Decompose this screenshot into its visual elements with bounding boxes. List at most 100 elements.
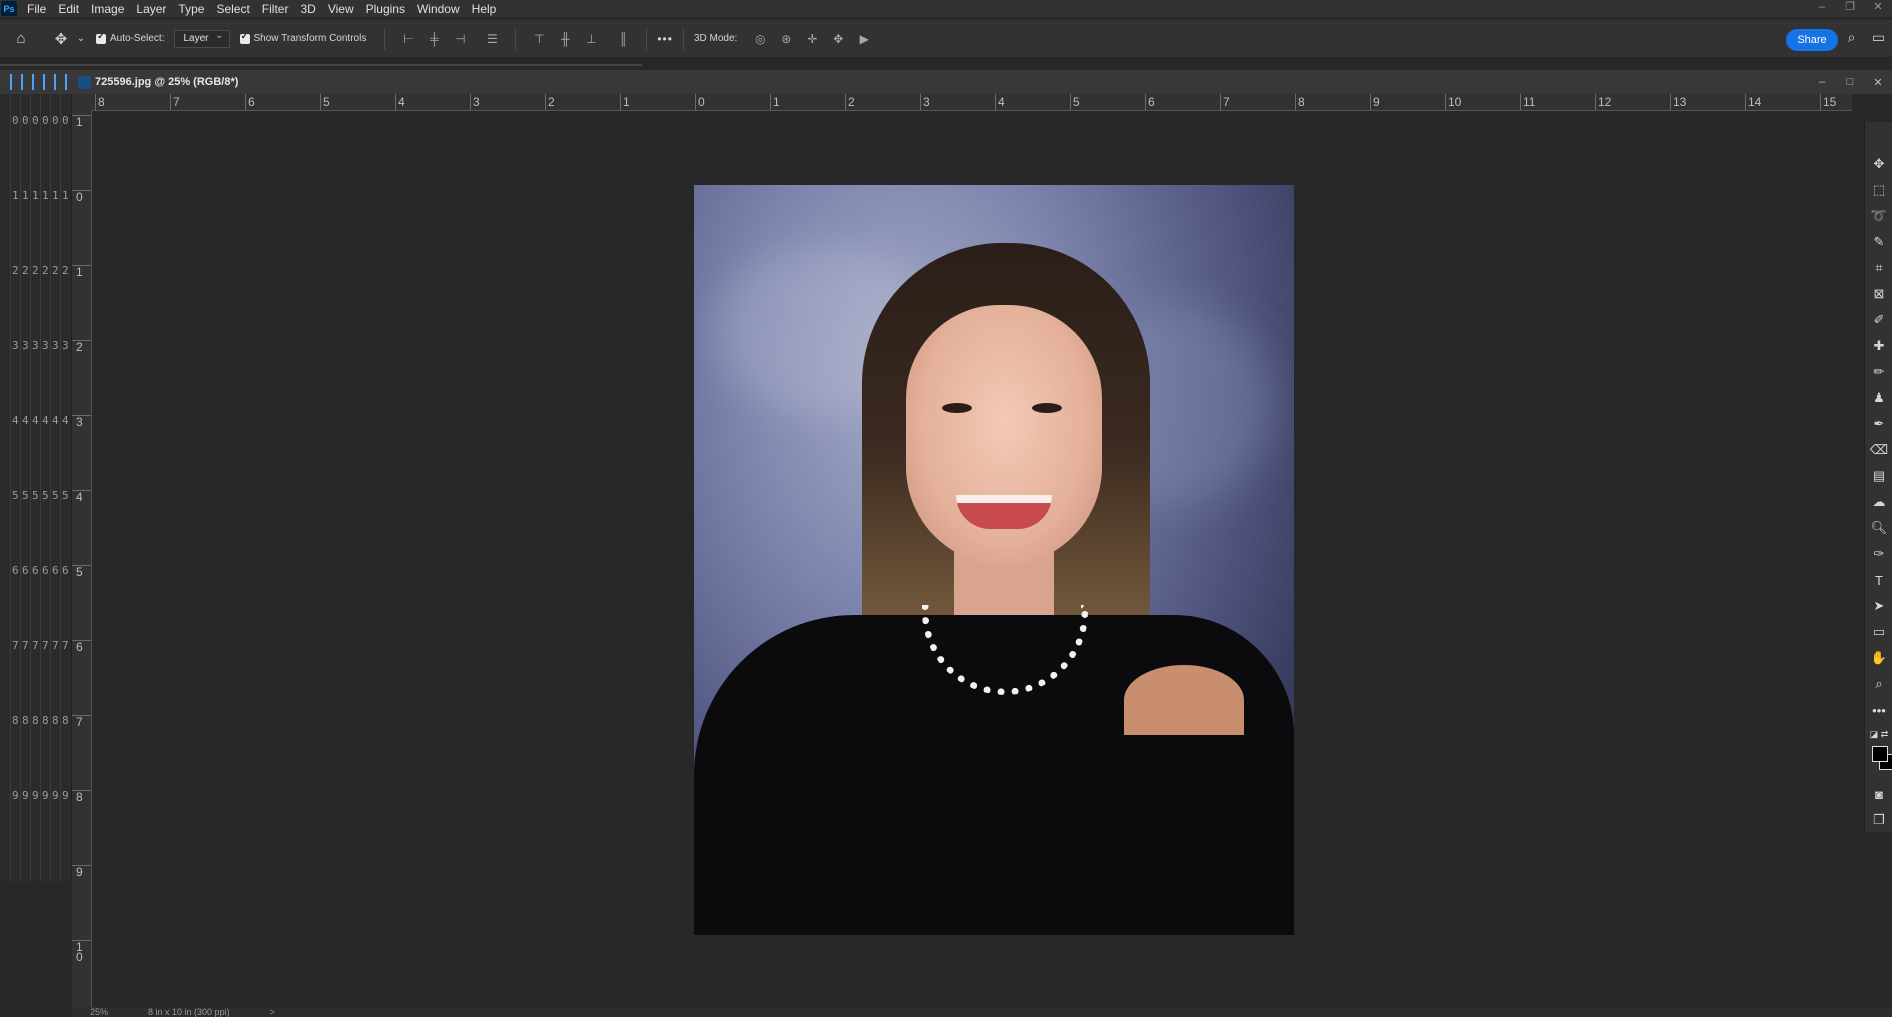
stacked-tab[interactable]: [65, 74, 74, 90]
move-tool-icon[interactable]: ✥: [48, 26, 74, 52]
rectangle-tool-icon[interactable]: ▭: [1865, 620, 1892, 644]
more-options-icon[interactable]: •••: [657, 32, 673, 46]
gradient-tool-icon[interactable]: ▤: [1865, 464, 1892, 488]
align-bottom-icon[interactable]: ⊥: [580, 28, 602, 50]
menu-view[interactable]: View: [322, 2, 360, 16]
auto-select-checkbox[interactable]: Auto-Select:: [96, 31, 164, 44]
show-transform-checkbox[interactable]: Show Transform Controls: [239, 31, 367, 44]
eyedropper-tool-icon[interactable]: ✐: [1865, 308, 1892, 332]
screen-mode-icon[interactable]: ❐: [1865, 808, 1892, 832]
healing-brush-tool-icon[interactable]: ✚: [1865, 334, 1892, 358]
align-center-icon[interactable]: ╪: [423, 28, 445, 50]
horizontal-ruler[interactable]: 8 7 6 5 4 3 2 1 0 1 2 3 4 5 6 7 8 9 10 11 12 13 14 15: [92, 94, 1852, 111]
slide-3d-icon[interactable]: ✥: [827, 28, 849, 50]
ruler-tick: [1595, 94, 1596, 110]
distribute-icon[interactable]: ☰: [481, 28, 503, 50]
quick-select-tool-icon[interactable]: ✎: [1865, 230, 1892, 254]
pen-tool-icon[interactable]: ✑: [1865, 542, 1892, 566]
home-icon[interactable]: ⌂: [8, 26, 34, 52]
ruler-label: 0: [76, 190, 83, 204]
stacked-tabs[interactable]: [10, 74, 76, 90]
frame-tool-icon[interactable]: ⊠: [1865, 282, 1892, 306]
menu-type[interactable]: Type: [172, 2, 210, 16]
portrait-eye: [1032, 403, 1062, 413]
more-tools-icon[interactable]: •••: [1865, 698, 1892, 722]
share-button[interactable]: Share: [1786, 29, 1838, 51]
ruler-label: 1: [76, 115, 83, 129]
vertical-ruler[interactable]: 1012345678910: [72, 111, 92, 1017]
ruler-tick: [1220, 94, 1221, 110]
align-top-icon[interactable]: ⊤: [528, 28, 550, 50]
zoom-tool-icon[interactable]: ⌕: [1865, 672, 1892, 696]
photoshop-logo-icon: Ps: [1, 1, 17, 16]
menu-select[interactable]: Select: [210, 2, 255, 16]
menu-3d[interactable]: 3D: [294, 2, 321, 16]
align-right-icon[interactable]: ⊣: [449, 28, 471, 50]
roll-3d-icon[interactable]: ⊛: [775, 28, 797, 50]
separator: [384, 27, 386, 50]
chevron-down-icon[interactable]: ⌄: [74, 26, 88, 52]
portrait-photo[interactable]: [694, 185, 1294, 935]
lasso-tool-icon[interactable]: ➰: [1865, 204, 1892, 228]
menu-help[interactable]: Help: [466, 2, 503, 16]
minimize-icon[interactable]: –: [1808, 0, 1836, 17]
default-colors-icon[interactable]: ◪ ⇄: [1865, 722, 1892, 746]
ruler-tick: [695, 94, 696, 110]
stacked-tab[interactable]: [32, 74, 41, 90]
document-tab-bar: 725596.jpg @ 25% (RGB/8*) – □ ✕: [0, 70, 1892, 94]
menu-filter[interactable]: Filter: [256, 2, 295, 16]
document-canvas[interactable]: [92, 111, 1852, 1007]
menu-plugins[interactable]: Plugins: [360, 2, 411, 16]
menu-edit[interactable]: Edit: [52, 2, 85, 16]
align-middle-icon[interactable]: ╫: [554, 28, 576, 50]
stacked-ruler: 0123456789: [30, 94, 39, 881]
doc-close-icon[interactable]: ✕: [1864, 76, 1892, 89]
status-arrow-icon[interactable]: >: [270, 1007, 275, 1017]
camera-3d-icon[interactable]: ▶: [853, 28, 875, 50]
crop-tool-icon[interactable]: ⌗: [1865, 256, 1892, 280]
document-icon: [78, 75, 91, 89]
path-selection-tool-icon[interactable]: ➤: [1865, 594, 1892, 618]
zoom-level[interactable]: 25%: [90, 1007, 108, 1017]
ruler-origin[interactable]: [72, 94, 92, 111]
orbit-3d-icon[interactable]: ◎: [749, 28, 771, 50]
menu-image[interactable]: Image: [85, 2, 130, 16]
menu-layer[interactable]: Layer: [130, 2, 172, 16]
foreground-color-swatch[interactable]: [1872, 746, 1888, 762]
drag-3d-icon[interactable]: ✛: [801, 28, 823, 50]
stacked-tab[interactable]: [21, 74, 30, 90]
marquee-tool-icon[interactable]: ⬚: [1865, 178, 1892, 202]
ruler-label: 10: [76, 940, 83, 964]
search-icon[interactable]: ⌕: [1838, 29, 1865, 46]
brush-tool-icon[interactable]: ✏: [1865, 360, 1892, 384]
ruler-label: 7: [1223, 95, 1230, 109]
close-icon[interactable]: ✕: [1864, 0, 1892, 17]
document-title[interactable]: 725596.jpg @ 25% (RGB/8*): [95, 76, 238, 88]
auto-select-dropdown[interactable]: Layer: [174, 29, 230, 48]
ruler-tick: [395, 94, 396, 110]
type-tool-icon[interactable]: T: [1865, 568, 1892, 592]
hand-tool-icon[interactable]: ✋: [1865, 646, 1892, 670]
stacked-tab[interactable]: [54, 74, 63, 90]
clone-stamp-tool-icon[interactable]: ♟: [1865, 386, 1892, 410]
align-left-icon[interactable]: ⊢: [397, 28, 419, 50]
eraser-tool-icon[interactable]: ⌫: [1865, 438, 1892, 462]
ruler-label: 6: [248, 95, 255, 109]
ruler-tick: [470, 94, 471, 110]
menu-window[interactable]: Window: [411, 2, 466, 16]
history-brush-tool-icon[interactable]: ✒: [1865, 412, 1892, 436]
show-transform-label: Show Transform Controls: [253, 33, 367, 44]
doc-minimize-icon[interactable]: –: [1808, 76, 1836, 88]
menu-file[interactable]: File: [21, 2, 52, 16]
move-tool-icon[interactable]: ✥: [1865, 152, 1892, 176]
restore-icon[interactable]: ❐: [1836, 0, 1864, 17]
distribute-vertical-icon[interactable]: ║: [612, 28, 634, 50]
blur-tool-icon[interactable]: ☁: [1865, 490, 1892, 514]
dodge-tool-icon[interactable]: 🔍︎: [1865, 516, 1892, 540]
quick-mask-icon[interactable]: ◙: [1865, 782, 1892, 806]
doc-maximize-icon[interactable]: □: [1836, 76, 1864, 88]
stacked-tab[interactable]: [10, 74, 19, 90]
stacked-tab[interactable]: [43, 74, 52, 90]
auto-select-value: Layer: [183, 33, 209, 44]
workspace-icon[interactable]: ▭: [1865, 29, 1892, 46]
